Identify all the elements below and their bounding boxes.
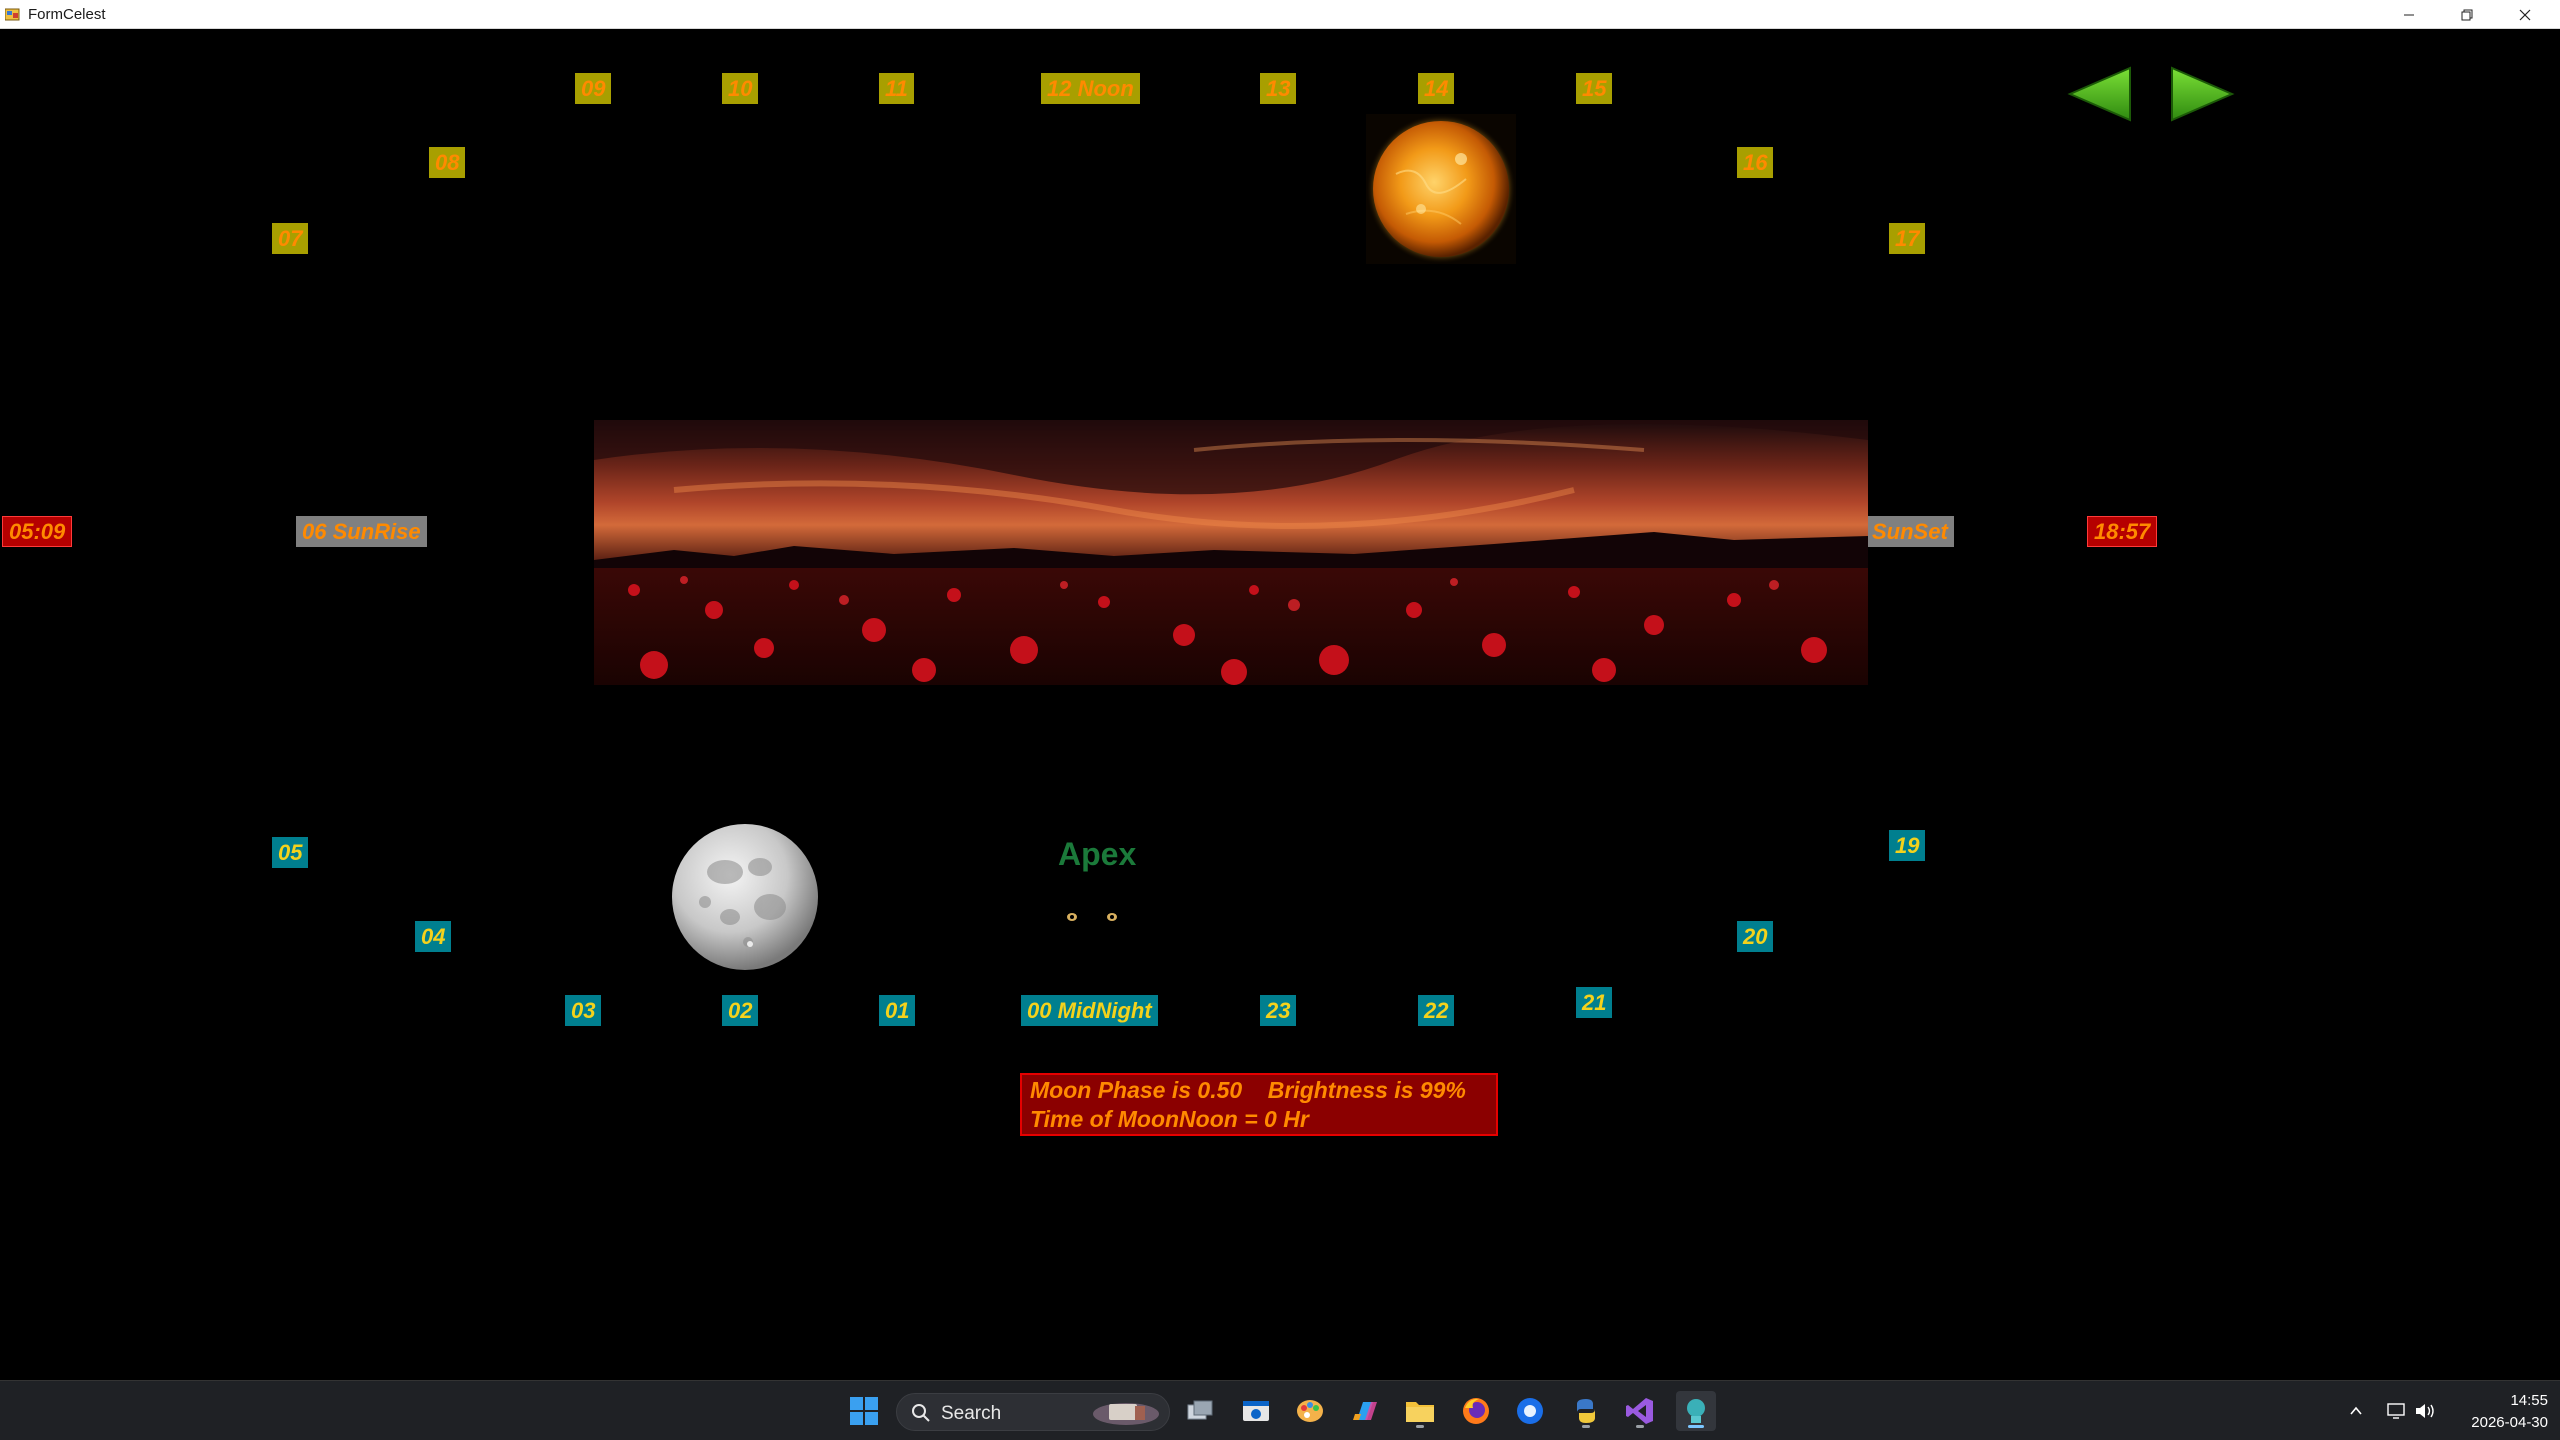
hour-label-17: 17 xyxy=(1889,223,1926,254)
browser-button[interactable] xyxy=(1510,1391,1550,1431)
minimize-icon xyxy=(2404,14,2414,15)
moon-phase-text: Moon Phase is 0.50 Brightness is 99% xyxy=(1030,1077,1466,1103)
hour-label-23: 23 xyxy=(1260,995,1297,1026)
copilot-button[interactable] xyxy=(1346,1391,1386,1431)
right-arrow-icon[interactable] xyxy=(2168,66,2236,122)
paint-button[interactable] xyxy=(1290,1391,1330,1431)
hour-label-22: 22 xyxy=(1418,995,1455,1026)
sunset-time: 18:57 xyxy=(2087,516,2158,547)
left-arrow-icon[interactable] xyxy=(2066,66,2134,122)
clock-time[interactable]: 14:55 xyxy=(2488,1392,2548,1409)
visual-studio-icon xyxy=(1626,1398,1653,1424)
celestial-canvas: 07 08 09 10 11 12 Noon 13 14 15 16 17 05… xyxy=(0,30,2560,1380)
restore-button[interactable] xyxy=(2438,0,2496,29)
clock-date[interactable]: 2026-04-30 xyxy=(2458,1414,2548,1431)
file-explorer-button[interactable] xyxy=(1400,1391,1440,1431)
search-placeholder: Search xyxy=(941,1403,1002,1424)
celest-app-icon xyxy=(1687,1399,1705,1423)
apex-eyes-icon xyxy=(1067,913,1117,921)
moon-info-box: Moon Phase is 0.50 Brightness is 99% Tim… xyxy=(1020,1073,1498,1136)
firefox-button[interactable] xyxy=(1456,1391,1496,1431)
running-indicator xyxy=(1582,1425,1590,1428)
visual-studio-button[interactable] xyxy=(1620,1391,1660,1431)
python-icon xyxy=(1577,1399,1595,1423)
celest-app-button[interactable] xyxy=(1676,1391,1716,1431)
sunrise-time: 05:09 xyxy=(2,516,73,547)
firefox-icon xyxy=(1463,1398,1489,1424)
sun-image xyxy=(1366,114,1516,264)
hour-label-16: 16 xyxy=(1737,147,1774,178)
moon-image xyxy=(672,824,818,970)
search-icon xyxy=(912,1404,930,1422)
search-highlight-icon xyxy=(1093,1403,1159,1425)
volume-icon[interactable] xyxy=(2414,1401,2436,1421)
hour-label-01: 01 xyxy=(879,995,916,1026)
chevron-up-icon[interactable] xyxy=(2348,1403,2364,1419)
hour-label-20: 20 xyxy=(1737,921,1774,952)
hour-label-03: 03 xyxy=(565,995,602,1026)
hour-label-00-midnight: 00 MidNight xyxy=(1021,995,1158,1026)
file-explorer-icon xyxy=(1406,1402,1434,1422)
task-view-icon xyxy=(1187,1400,1213,1420)
hour-label-07: 07 xyxy=(272,223,309,254)
restore-icon xyxy=(2461,9,2473,20)
sunrise-label: 06 SunRise xyxy=(296,516,427,547)
hour-label-13: 13 xyxy=(1260,73,1297,104)
title-bar: FormCelest xyxy=(0,0,2560,29)
hour-label-15: 15 xyxy=(1576,73,1613,104)
python-button[interactable] xyxy=(1566,1391,1606,1431)
start-icon xyxy=(850,1397,878,1425)
hour-label-14: 14 xyxy=(1418,73,1455,104)
hour-label-11: 11 xyxy=(879,73,914,104)
running-indicator xyxy=(1636,1425,1644,1428)
hour-label-12-noon: 12 Noon xyxy=(1041,73,1140,104)
active-indicator xyxy=(1688,1425,1704,1428)
moonnoon-time-text: Time of MoonNoon = 0 Hr xyxy=(1030,1106,1309,1132)
app-icon xyxy=(5,8,20,21)
poppy-field-landscape-image xyxy=(594,420,1868,685)
task-view-button[interactable] xyxy=(1180,1391,1220,1431)
start-button[interactable] xyxy=(844,1391,884,1431)
copilot-icon xyxy=(1353,1402,1377,1420)
apex-label: Apex xyxy=(1058,836,1137,872)
network-icon[interactable] xyxy=(2386,1401,2406,1421)
browser-icon xyxy=(1517,1398,1543,1424)
hour-label-02: 02 xyxy=(722,995,759,1026)
hour-label-04: 04 xyxy=(415,921,452,952)
outlook-icon xyxy=(1243,1401,1269,1421)
close-button[interactable] xyxy=(2496,0,2554,29)
paint-icon xyxy=(1297,1400,1323,1422)
window-title: FormCelest xyxy=(28,6,106,23)
sunset-label: SunSet xyxy=(1866,516,1954,547)
running-indicator xyxy=(1416,1425,1424,1428)
close-icon xyxy=(2519,9,2531,20)
hour-label-08: 08 xyxy=(429,147,466,178)
outlook-button[interactable] xyxy=(1236,1391,1276,1431)
hour-label-09: 09 xyxy=(575,73,612,104)
hour-label-21: 21 xyxy=(1576,987,1613,1018)
minimize-button[interactable] xyxy=(2380,0,2438,29)
taskbar: Search 14:55 2026-04-30 xyxy=(0,1380,2560,1440)
search-input[interactable]: Search xyxy=(896,1393,1170,1431)
hour-label-19: 19 xyxy=(1889,830,1926,861)
hour-label-10: 10 xyxy=(722,73,759,104)
hour-label-05: 05 xyxy=(272,837,309,868)
